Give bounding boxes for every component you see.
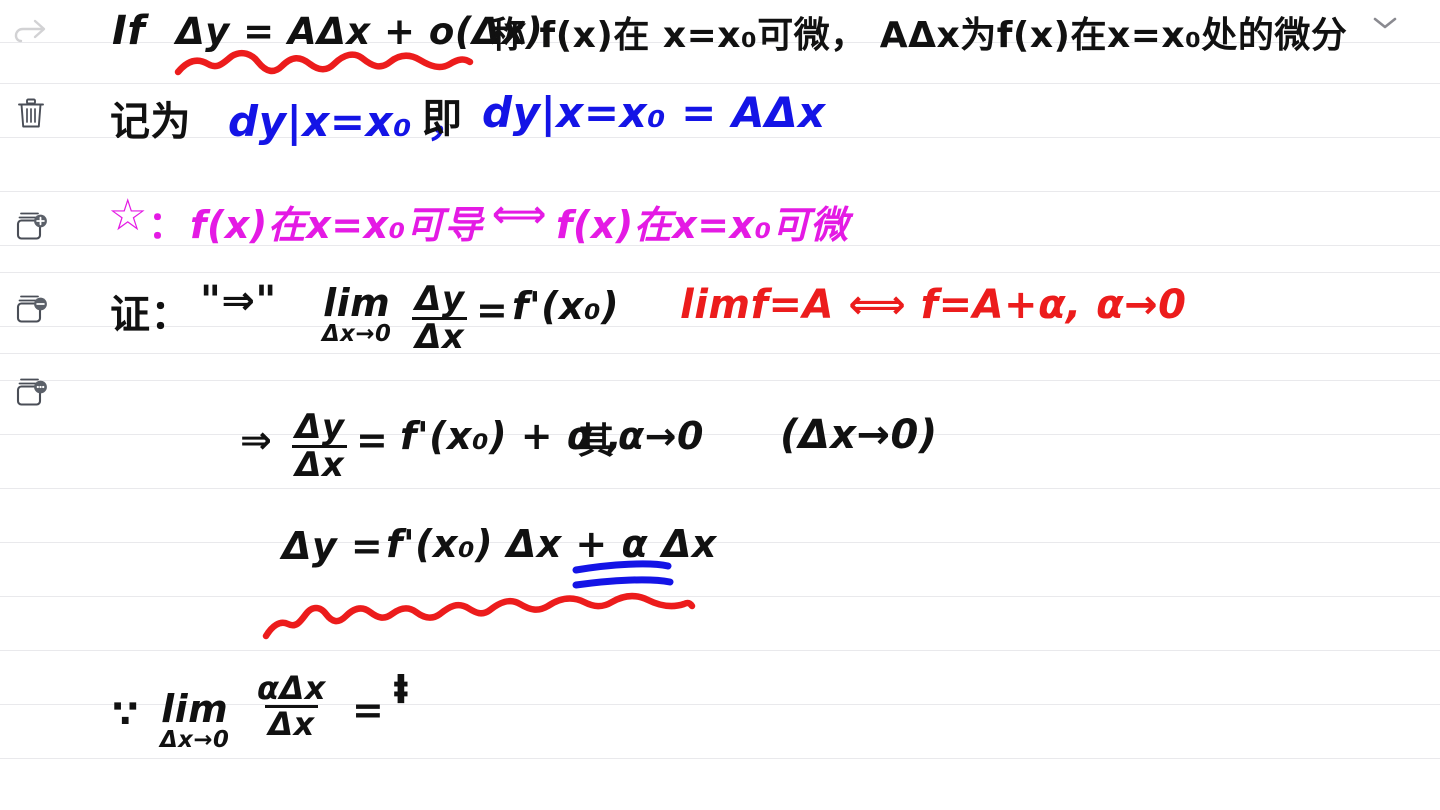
note-line6-lhs: Δy =: [282, 524, 384, 568]
note-line1-formula: Δy = AΔx + o(Δx): [176, 10, 544, 53]
note-line4-frac-den: Δx: [412, 316, 468, 355]
collapse-button[interactable]: [1368, 8, 1402, 42]
handwriting-canvas: If Δy = AΔx + o(Δx) 称 f(x)在 x=x₀可微， AΔx为…: [0, 0, 1440, 810]
note-line5-fraction: Δy Δx: [292, 407, 348, 483]
note-line7-because: ∵: [112, 692, 139, 736]
note-red-annotation: limf=A ⟺ f=A+α, α→0: [680, 282, 1187, 328]
note-line4-lim-sub: Δx→0: [322, 321, 392, 347]
note-line3-right: f(x)在x=x₀可微: [556, 203, 849, 247]
note-line7-partial: ⱡ: [394, 668, 409, 712]
card-more-icon: [13, 374, 49, 410]
card-add-icon: [13, 208, 49, 244]
note-line4-frac-num: Δy: [415, 279, 465, 319]
note-line3-colon: ：: [148, 203, 187, 247]
delete-button[interactable]: [7, 90, 55, 138]
left-toolbar: [0, 0, 62, 810]
note-line2-blue-2: dy|x=x₀ = AΔx: [482, 88, 826, 137]
trash-icon: [16, 97, 46, 131]
note-line7-frac-num: αΔx: [257, 669, 326, 707]
note-line5-implies: ⇒: [240, 418, 273, 462]
note-line3-star: ☆: [108, 190, 148, 241]
note-line7-lim-sub: Δx→0: [160, 727, 230, 753]
remove-page-button[interactable]: [7, 285, 55, 333]
redo-arrow-icon: [13, 17, 49, 47]
card-remove-icon: [13, 291, 49, 327]
note-line5-equals: =: [356, 418, 389, 462]
note-line2-chinese-prefix: 记为: [110, 99, 191, 145]
note-line7-equals: =: [352, 688, 385, 732]
note-line4-quote: "⇒": [200, 278, 277, 324]
note-line7-fraction: αΔx Δx: [254, 672, 329, 740]
note-line3-iff: ⟺: [492, 192, 547, 236]
note-line4-fraction: Δy Δx: [412, 279, 468, 355]
add-page-button[interactable]: [7, 202, 55, 250]
note-line4-lim: lim: [323, 281, 391, 325]
note-line2-chinese-mid: 即: [422, 96, 463, 142]
note-line4-limit: lim Δx→0: [322, 284, 391, 346]
note-app-window: If Δy = AΔx + o(Δx) 称 f(x)在 x=x₀可微， AΔx为…: [0, 0, 1440, 810]
note-line4-equals: =: [476, 288, 509, 332]
note-line7-frac-den: Δx: [265, 704, 318, 741]
note-line1-prefix: If: [112, 8, 146, 54]
note-line5-tail: α→0: [618, 414, 704, 458]
note-line5-chinese: 其: [578, 421, 615, 462]
note-line5-paren: (Δx→0): [780, 412, 938, 458]
redo-button[interactable]: [7, 8, 55, 56]
note-line1-chinese: 称 f(x)在 x=x₀可微， AΔx为f(x)在x=x₀处的微分: [490, 15, 1348, 56]
note-line5-frac-num: Δy: [295, 407, 345, 447]
note-line4-rhs: f'(x₀): [512, 284, 620, 328]
note-line3-left: f(x)在x=x₀可导: [190, 203, 483, 247]
note-line7-limit: lim Δx→0: [160, 690, 229, 752]
note-line6-rhs: f'(x₀) Δx + α Δx: [386, 522, 717, 566]
chevron-down-icon: [1371, 15, 1399, 36]
note-line7-lim: lim: [161, 687, 229, 731]
note-line5-frac-den: Δx: [292, 444, 348, 483]
page-options-button[interactable]: [7, 368, 55, 416]
note-line4-label: 证：: [110, 292, 191, 338]
